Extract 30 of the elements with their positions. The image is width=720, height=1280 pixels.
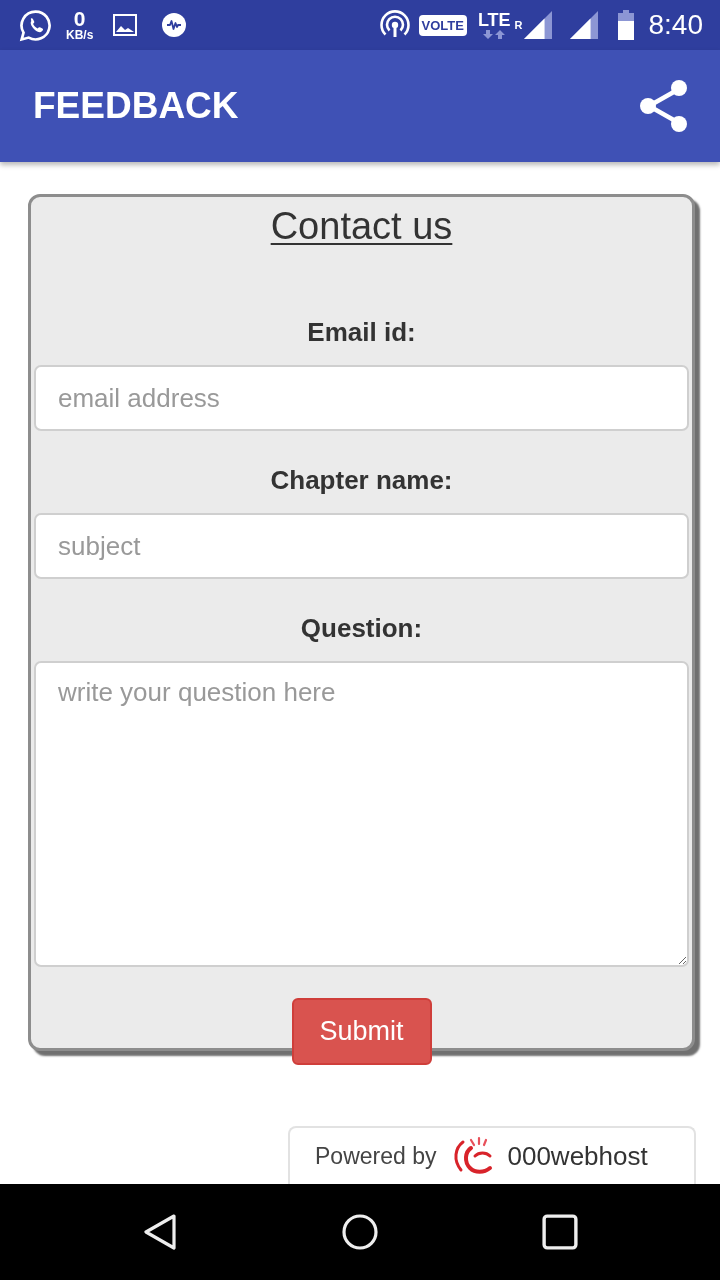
- text-area-field[interactable]: write your question here: [34, 661, 689, 967]
- field-label: Chapter name:: [270, 464, 453, 496]
- sound-wave-icon: [162, 13, 187, 37]
- recent-apps-icon[interactable]: [542, 1214, 578, 1250]
- network-type-label: LTE: [477, 11, 511, 29]
- brand-name: 000webhost: [507, 1140, 648, 1172]
- field-label: Question:: [300, 612, 423, 644]
- powered-by-label: Powered by: [315, 1142, 437, 1170]
- submit-button[interactable]: Submit: [291, 998, 432, 1065]
- signal-icon: [569, 11, 598, 39]
- field-label: Email id:: [307, 316, 416, 348]
- share-icon[interactable]: [640, 80, 688, 132]
- home-icon[interactable]: [342, 1214, 378, 1250]
- powered-by-badge[interactable]: Powered by 000webhost: [288, 1126, 696, 1184]
- roaming-indicator: R: [514, 19, 523, 31]
- app-bar-title: FEEDBACK: [33, 85, 239, 127]
- input-field[interactable]: email address: [34, 365, 689, 431]
- network-speed-value: 0: [73, 8, 86, 29]
- input-field[interactable]: subject: [34, 513, 689, 579]
- hotspot-icon: [379, 10, 410, 40]
- network-speed-unit: KB/s: [66, 28, 94, 42]
- chat-bubble-phone-icon: [19, 8, 52, 42]
- volte-badge: VOLTE: [418, 14, 467, 36]
- form-title: Contact us: [270, 204, 453, 249]
- clock-time: 8:40: [648, 9, 703, 41]
- battery-icon: [617, 10, 634, 40]
- data-arrows-icon: [482, 30, 507, 39]
- back-icon[interactable]: [142, 1214, 178, 1250]
- image-icon: [113, 14, 138, 36]
- signal-icon: [523, 11, 552, 39]
